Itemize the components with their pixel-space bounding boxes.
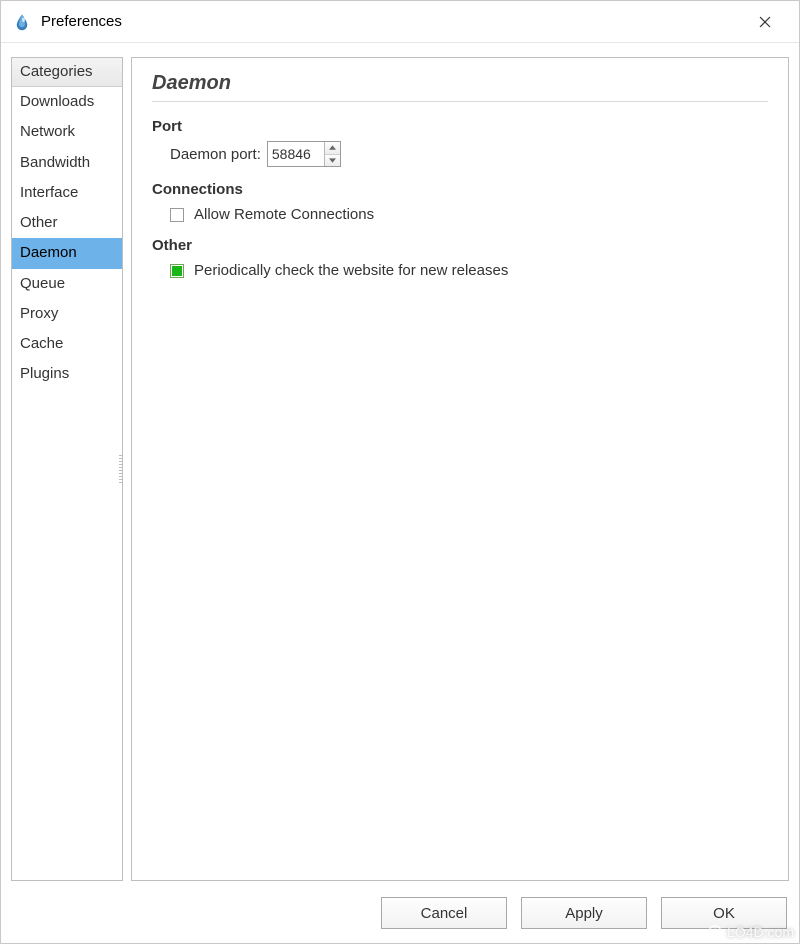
spinner-down-button[interactable] xyxy=(325,155,340,167)
sidebar-header: Categories xyxy=(12,58,122,87)
sidebar-item-daemon[interactable]: Daemon xyxy=(12,238,122,268)
preferences-window: Preferences Categories Downloads Network… xyxy=(0,0,800,944)
sidebar-item-interface[interactable]: Interface xyxy=(12,178,122,208)
daemon-port-row: Daemon port: xyxy=(170,141,768,167)
daemon-port-spinner xyxy=(267,141,341,167)
check-releases-checkbox[interactable] xyxy=(170,264,184,278)
section-port: Port xyxy=(152,118,768,135)
window-title: Preferences xyxy=(41,13,745,30)
sidebar-item-proxy[interactable]: Proxy xyxy=(12,299,122,329)
app-icon xyxy=(13,13,31,31)
ok-button[interactable]: OK xyxy=(661,897,787,929)
settings-panel: Daemon Port Daemon port: Connec xyxy=(131,57,789,881)
sidebar-item-cache[interactable]: Cache xyxy=(12,329,122,359)
sidebar-item-network[interactable]: Network xyxy=(12,117,122,147)
sidebar-item-bandwidth[interactable]: Bandwidth xyxy=(12,148,122,178)
sidebar-items: Downloads Network Bandwidth Interface Ot… xyxy=(12,87,122,880)
resize-grip-icon[interactable] xyxy=(119,455,123,483)
categories-sidebar: Categories Downloads Network Bandwidth I… xyxy=(11,57,123,881)
check-releases-label: Periodically check the website for new r… xyxy=(194,262,508,279)
cancel-button[interactable]: Cancel xyxy=(381,897,507,929)
sidebar-item-plugins[interactable]: Plugins xyxy=(12,359,122,389)
daemon-port-label: Daemon port: xyxy=(170,146,261,163)
dialog-body: Categories Downloads Network Bandwidth I… xyxy=(1,43,799,887)
section-connections: Connections xyxy=(152,181,768,198)
sidebar-item-queue[interactable]: Queue xyxy=(12,269,122,299)
allow-remote-row: Allow Remote Connections xyxy=(170,206,768,223)
titlebar: Preferences xyxy=(1,1,799,43)
spinner-buttons xyxy=(324,142,340,166)
panel-title: Daemon xyxy=(152,72,768,102)
allow-remote-label: Allow Remote Connections xyxy=(194,206,374,223)
spinner-up-button[interactable] xyxy=(325,142,340,155)
allow-remote-checkbox[interactable] xyxy=(170,208,184,222)
check-releases-row: Periodically check the website for new r… xyxy=(170,262,768,279)
section-other: Other xyxy=(152,237,768,254)
sidebar-item-other[interactable]: Other xyxy=(12,208,122,238)
dialog-footer: Cancel Apply OK xyxy=(1,887,799,943)
apply-button[interactable]: Apply xyxy=(521,897,647,929)
daemon-port-input[interactable] xyxy=(268,142,324,166)
close-button[interactable] xyxy=(745,1,785,42)
sidebar-item-downloads[interactable]: Downloads xyxy=(12,87,122,117)
